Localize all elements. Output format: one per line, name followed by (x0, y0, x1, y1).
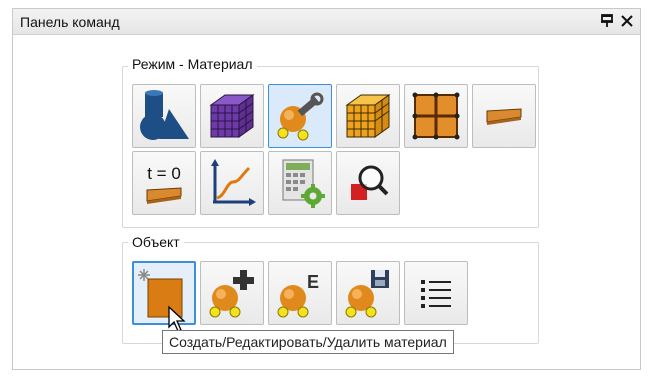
geometry-shapes-button[interactable] (132, 84, 196, 148)
purple-mesh-cube-button[interactable] (200, 84, 264, 148)
calculator-gear-icon (282, 159, 325, 208)
geometry-shapes-icon (140, 90, 189, 140)
panel-titlebar: Панель команд (13, 9, 640, 35)
pin-icon[interactable] (598, 12, 616, 30)
list-icon (421, 280, 451, 308)
edit-material-icon: E (277, 272, 319, 318)
initial-time-icon: t = 0 (146, 164, 182, 204)
calculator-gear-button[interactable] (268, 151, 332, 215)
mouse-cursor-icon (168, 305, 186, 332)
add-material-icon (209, 270, 254, 318)
purple-mesh-cube-icon (209, 94, 255, 138)
grid-panel-icon (412, 92, 460, 140)
material-edit-tools-button[interactable] (268, 84, 332, 148)
graph-curve-button[interactable] (200, 151, 264, 215)
close-icon[interactable] (618, 12, 636, 30)
yellow-mesh-cube-button[interactable] (336, 84, 400, 148)
list-button[interactable] (404, 261, 468, 325)
initial-time-button[interactable]: t = 0 (132, 151, 196, 215)
zoom-material-button[interactable] (336, 151, 400, 215)
edit-material-button[interactable]: E (268, 261, 332, 325)
graph-curve-icon (211, 159, 256, 206)
mode-group-label: Режим - Материал (128, 56, 257, 72)
add-material-button[interactable] (200, 261, 264, 325)
grid-panel-button[interactable] (404, 84, 468, 148)
save-material-icon (345, 270, 389, 318)
zoom-material-icon (351, 165, 389, 200)
save-material-button[interactable] (336, 261, 400, 325)
object-group-label: Объект (128, 234, 184, 250)
svg-text:E: E (307, 272, 319, 292)
panel-title: Панель команд (20, 14, 120, 30)
yellow-mesh-cube-icon (345, 94, 391, 138)
beam-strip-button[interactable] (472, 84, 536, 148)
svg-text:t = 0: t = 0 (147, 164, 181, 183)
material-edit-tools-icon (277, 92, 324, 141)
command-panel: Панель команд Режим - Материал t = 0 Объ… (12, 8, 641, 370)
tooltip: Создать/Редактировать/Удалить материал (162, 330, 454, 354)
beam-strip-icon (486, 108, 522, 125)
